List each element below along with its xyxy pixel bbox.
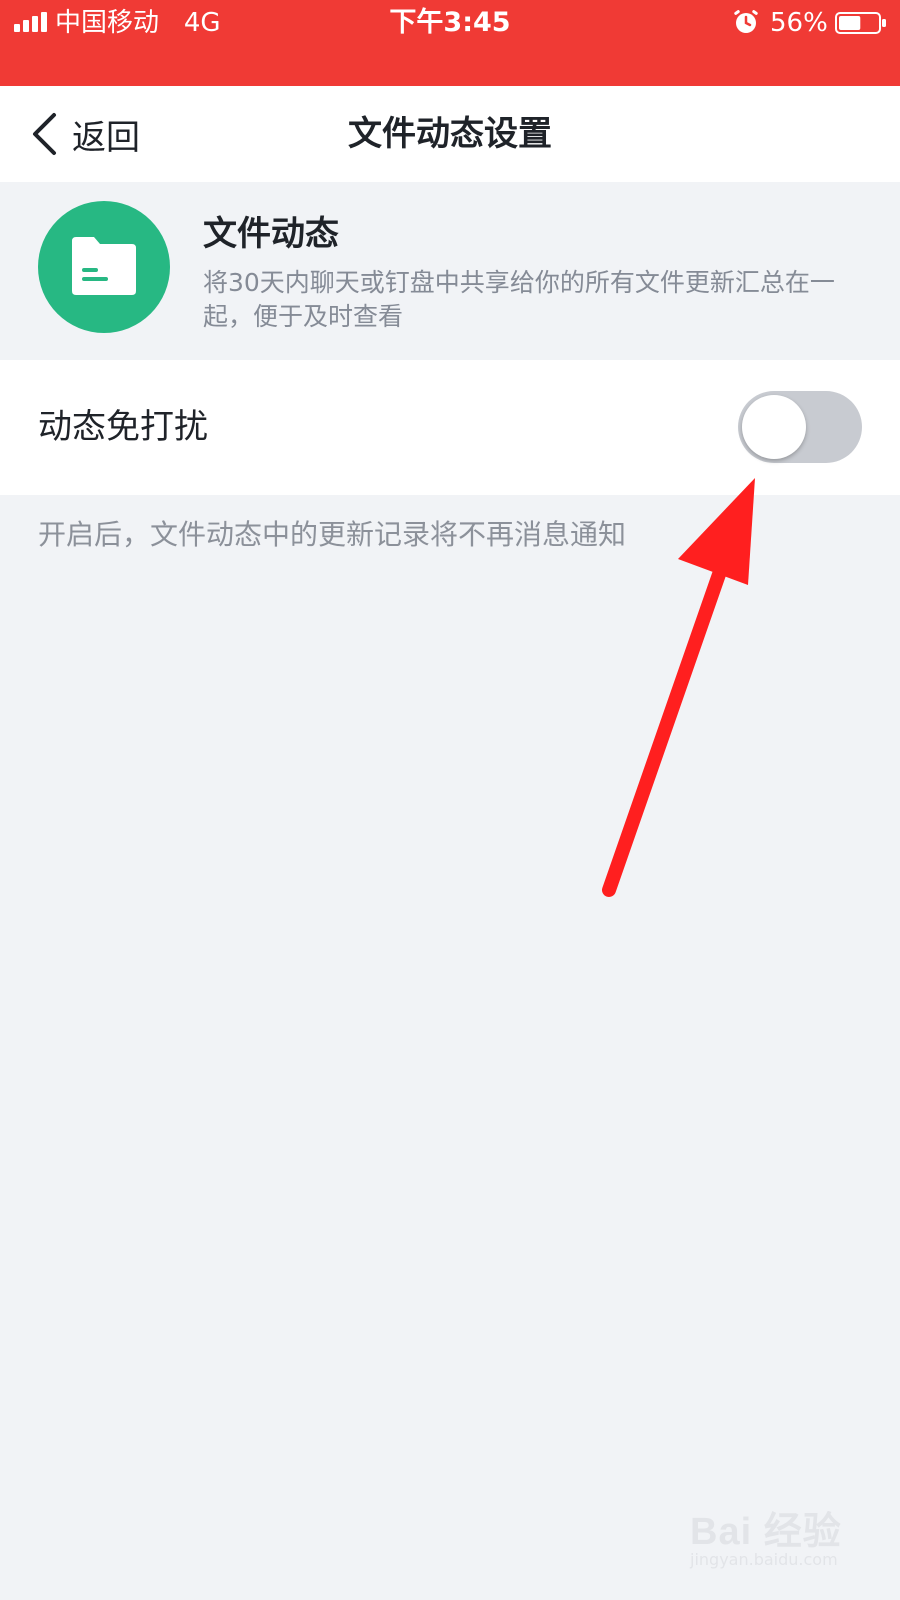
watermark: Bai 经验 jingyan.baidu.com [690, 1500, 890, 1590]
back-button[interactable]: 返回 [30, 106, 140, 162]
feature-description: 将30天内聊天或钉盘中共享给你的所有文件更新汇总在一起，便于及时查看 [203, 268, 835, 331]
do-not-disturb-label: 动态免打扰 [38, 407, 208, 447]
feature-info: 文件动态 将30天内聊天或钉盘中共享给你的所有文件更新汇总在一起，便于及时查看 [0, 182, 900, 360]
status-bar: 中国移动 4G 下午3:45 56% [0, 0, 900, 86]
watermark-url: jingyan.baidu.com [690, 1550, 838, 1569]
do-not-disturb-toggle[interactable] [738, 391, 862, 463]
status-time: 下午3:45 [389, 7, 511, 38]
do-not-disturb-row: 动态免打扰 [0, 360, 900, 495]
battery-percent: 56% [770, 8, 828, 38]
toggle-knob [742, 395, 806, 459]
alarm-icon [734, 10, 758, 33]
folder-icon [72, 237, 136, 295]
feature-title: 文件动态 [203, 214, 339, 254]
chevron-left-icon [33, 113, 56, 155]
watermark-brand: Bai 经验 [690, 1511, 842, 1553]
setting-hint: 开启后，文件动态中的更新记录将不再消息通知 [38, 518, 627, 551]
battery-icon [835, 12, 886, 34]
back-label: 返回 [72, 117, 140, 158]
navigation-bar: 文件动态设置 返回 [0, 86, 900, 182]
feature-icon [38, 201, 170, 333]
